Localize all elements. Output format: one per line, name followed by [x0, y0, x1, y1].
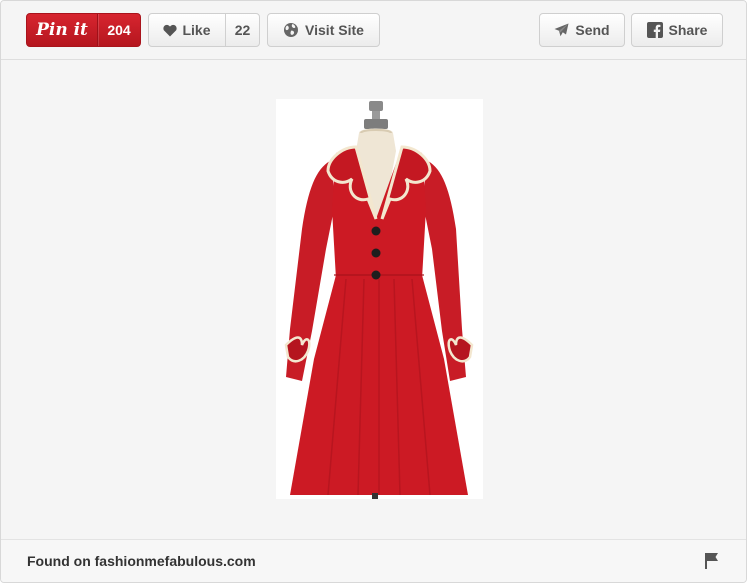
send-icon	[554, 23, 569, 37]
like-main[interactable]: Like	[149, 14, 226, 46]
like-count: 22	[234, 22, 251, 38]
like-button[interactable]: Like 22	[148, 13, 260, 47]
share-label: Share	[668, 22, 708, 38]
pin-count: 204	[98, 14, 140, 46]
pin-it-label: Pin it	[27, 14, 98, 46]
visit-site-label: Visit Site	[305, 22, 364, 38]
visit-site-button[interactable]: Visit Site	[267, 13, 380, 47]
found-on-link[interactable]: Found on fashionmefabulous.com	[27, 553, 256, 569]
pin-image[interactable]	[276, 99, 483, 499]
heart-icon	[163, 24, 178, 37]
pin-card: Pin it 204 Like 22 Visit Site Send Share…	[0, 0, 747, 583]
share-button[interactable]: Share	[631, 13, 723, 47]
pin-content	[1, 60, 746, 539]
send-label: Send	[575, 22, 610, 38]
pin-it-button[interactable]: Pin it 204	[26, 13, 141, 47]
action-toolbar: Pin it 204 Like 22 Visit Site Send Share	[1, 1, 746, 60]
coat-illustration	[284, 101, 474, 499]
globe-icon	[283, 22, 299, 38]
pin-footer: Found on fashionmefabulous.com	[1, 539, 746, 582]
facebook-icon	[646, 22, 663, 38]
like-label: Like	[182, 22, 211, 38]
flag-icon[interactable]	[704, 552, 720, 570]
send-button[interactable]: Send	[539, 13, 625, 47]
